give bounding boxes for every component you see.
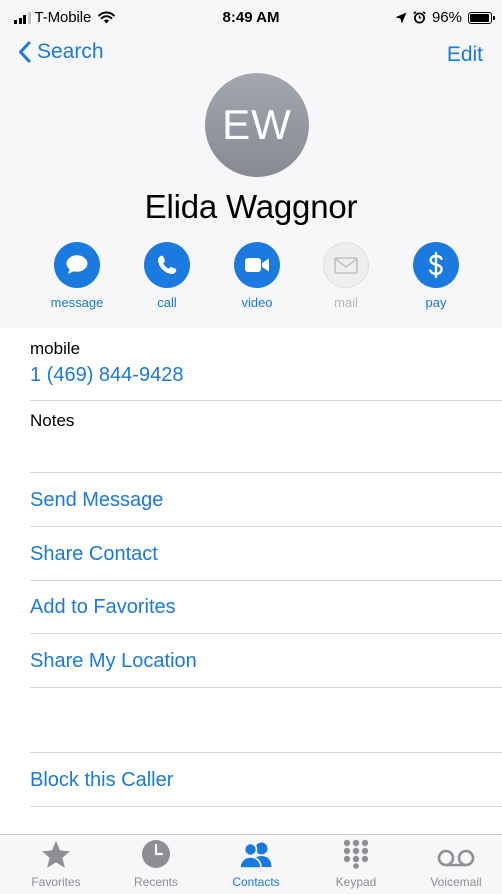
divider (30, 400, 502, 401)
tab-recents[interactable]: Recents (106, 835, 206, 894)
battery-fill (470, 13, 490, 22)
share-contact-link[interactable]: Share Contact (30, 543, 158, 566)
battery-percent: 96% (431, 9, 462, 26)
chevron-left-icon (19, 41, 31, 63)
call-action-button[interactable]: call (122, 242, 212, 310)
clock-icon (142, 840, 170, 868)
block-caller-link[interactable]: Block this Caller (30, 769, 173, 792)
dollar-icon (413, 242, 459, 288)
contacts-icon (239, 842, 272, 869)
divider (30, 580, 502, 581)
message-action-label: message (50, 295, 104, 310)
keypad-icon (343, 839, 369, 869)
avatar-initials: EW (222, 101, 292, 148)
mail-action-button[interactable]: mail (301, 242, 391, 310)
voicemail-icon (437, 849, 475, 867)
phone-number-link[interactable]: 1 (469) 844-9428 (30, 364, 183, 387)
mail-action-label: mail (334, 295, 358, 310)
status-right: 96% (395, 9, 495, 26)
tab-label: Voicemail (430, 875, 482, 889)
divider (30, 752, 502, 753)
divider (30, 472, 502, 473)
notes-field[interactable]: Notes (30, 411, 74, 431)
share-location-link[interactable]: Share My Location (30, 650, 197, 673)
tab-label: Favorites (31, 875, 81, 889)
edit-button[interactable]: Edit (447, 43, 483, 67)
tab-keypad[interactable]: Keypad (306, 835, 406, 894)
tab-bar: Favorites Recents Contacts Keypad Voicem… (0, 834, 502, 894)
quick-actions: message call video mail pay (0, 242, 502, 318)
divider (30, 526, 502, 527)
divider (30, 633, 502, 634)
pay-action-button[interactable]: pay (391, 242, 481, 310)
alarm-clock-icon (413, 11, 426, 24)
tab-contacts[interactable]: Contacts (206, 835, 306, 894)
message-action-button[interactable]: message (32, 242, 122, 310)
send-message-link[interactable]: Send Message (30, 489, 163, 512)
video-camera-icon (234, 242, 280, 288)
back-button-label: Search (37, 40, 104, 63)
status-bar: T-Mobile 8:49 AM 96% (0, 0, 502, 34)
tab-favorites[interactable]: Favorites (6, 835, 106, 894)
contact-avatar: EW (205, 73, 309, 177)
back-button[interactable]: Search (18, 40, 104, 64)
tab-voicemail[interactable]: Voicemail (406, 835, 502, 894)
video-action-label: video (241, 295, 273, 310)
tab-label: Contacts (232, 875, 280, 889)
call-action-label: call (157, 295, 177, 310)
add-to-favorites-link[interactable]: Add to Favorites (30, 596, 176, 619)
divider (30, 806, 502, 807)
star-icon (42, 841, 70, 868)
location-arrow-icon (395, 12, 407, 23)
contact-name: Elida Waggnor (144, 188, 358, 225)
tab-label: Keypad (335, 875, 377, 889)
phone-field-label: mobile (30, 339, 81, 358)
envelope-icon (323, 242, 369, 288)
pay-action-label: pay (425, 295, 447, 310)
message-bubble-icon (54, 242, 100, 288)
video-action-button[interactable]: video (212, 242, 302, 310)
tab-label: Recents (133, 875, 179, 889)
battery-icon (468, 11, 495, 24)
phone-icon (144, 242, 190, 288)
divider (30, 687, 502, 688)
